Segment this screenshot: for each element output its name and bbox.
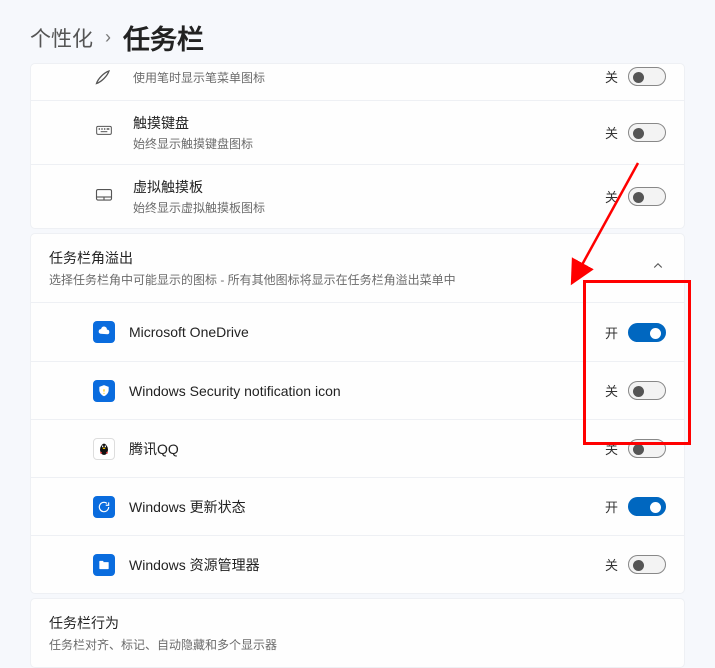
setting-subtitle: 始终显示触摸键盘图标	[133, 135, 605, 152]
chevron-up-icon	[650, 259, 666, 277]
section-subtitle: 任务栏对齐、标记、自动隐藏和多个显示器	[49, 636, 666, 653]
breadcrumb-parent[interactable]: 个性化	[30, 23, 93, 53]
section-header-behaviors[interactable]: 任务栏行为 任务栏对齐、标记、自动隐藏和多个显示器	[30, 598, 685, 668]
onedrive-icon	[93, 321, 115, 343]
toggle-virtual-touchpad[interactable]	[628, 187, 666, 206]
section-title: 任务栏行为	[49, 613, 666, 633]
toggle-state-label: 关	[605, 123, 618, 142]
explorer-icon	[93, 554, 115, 576]
touchpad-icon	[93, 186, 115, 208]
toggle-state-label: 关	[605, 439, 618, 458]
chevron-right-icon: ›	[105, 27, 111, 48]
setting-subtitle: 使用笔时显示笔菜单图标	[133, 69, 605, 86]
toggle-pen-menu[interactable]	[628, 67, 666, 86]
toggle-state-label: 开	[605, 323, 618, 342]
toggle-state-label: 关	[605, 381, 618, 400]
toggle-qq[interactable]	[628, 439, 666, 458]
toggle-state-label: 开	[605, 497, 618, 516]
section-subtitle: 选择任务栏角中可能显示的图标 - 所有其他图标将显示在任务栏角溢出菜单中	[49, 271, 650, 288]
toggle-explorer[interactable]	[628, 555, 666, 574]
overflow-item-label: Microsoft OneDrive	[129, 324, 605, 340]
section-body-overflow: Microsoft OneDrive 开 Windows Security no…	[30, 303, 685, 594]
pen-icon	[93, 65, 115, 87]
page-title: 任务栏	[123, 18, 204, 57]
section-title: 任务栏角溢出	[49, 248, 650, 268]
toggle-security[interactable]	[628, 381, 666, 400]
overflow-item-qq[interactable]: 腾讯QQ 关	[31, 419, 684, 477]
overflow-item-explorer[interactable]: Windows 资源管理器 关	[31, 535, 684, 593]
keyboard-icon	[93, 122, 115, 144]
setting-subtitle: 始终显示虚拟触摸板图标	[133, 199, 605, 216]
section-header-overflow[interactable]: 任务栏角溢出 选择任务栏角中可能显示的图标 - 所有其他图标将显示在任务栏角溢出…	[30, 233, 685, 303]
overflow-item-label: Windows 资源管理器	[129, 555, 605, 575]
toggle-touch-keyboard[interactable]	[628, 123, 666, 142]
overflow-item-label: Windows Security notification icon	[129, 383, 605, 399]
overflow-item-update[interactable]: Windows 更新状态 开	[31, 477, 684, 535]
toggle-state-label: 关	[605, 67, 618, 86]
toggle-state-label: 关	[605, 555, 618, 574]
toggle-onedrive[interactable]	[628, 323, 666, 342]
toggle-update[interactable]	[628, 497, 666, 516]
overflow-item-label: 腾讯QQ	[129, 439, 605, 459]
toggle-state-label: 关	[605, 187, 618, 206]
setting-row-pen-menu[interactable]: 使用笔时显示笔菜单图标 关	[31, 64, 684, 100]
setting-title: 触摸键盘	[133, 113, 605, 133]
update-icon	[93, 496, 115, 518]
qq-icon	[93, 438, 115, 460]
taskbar-corner-icons-panel: 使用笔时显示笔菜单图标 关 触摸键盘 始终显示触摸键盘图标 关 虚拟触摸板 始终…	[30, 63, 685, 229]
overflow-item-security[interactable]: Windows Security notification icon 关	[31, 361, 684, 419]
overflow-item-label: Windows 更新状态	[129, 497, 605, 517]
shield-icon	[93, 380, 115, 402]
setting-title: 虚拟触摸板	[133, 177, 605, 197]
breadcrumb: 个性化 › 任务栏	[0, 0, 715, 69]
setting-row-virtual-touchpad[interactable]: 虚拟触摸板 始终显示虚拟触摸板图标 关	[31, 164, 684, 228]
overflow-item-onedrive[interactable]: Microsoft OneDrive 开	[31, 303, 684, 361]
setting-row-touch-keyboard[interactable]: 触摸键盘 始终显示触摸键盘图标 关	[31, 100, 684, 164]
